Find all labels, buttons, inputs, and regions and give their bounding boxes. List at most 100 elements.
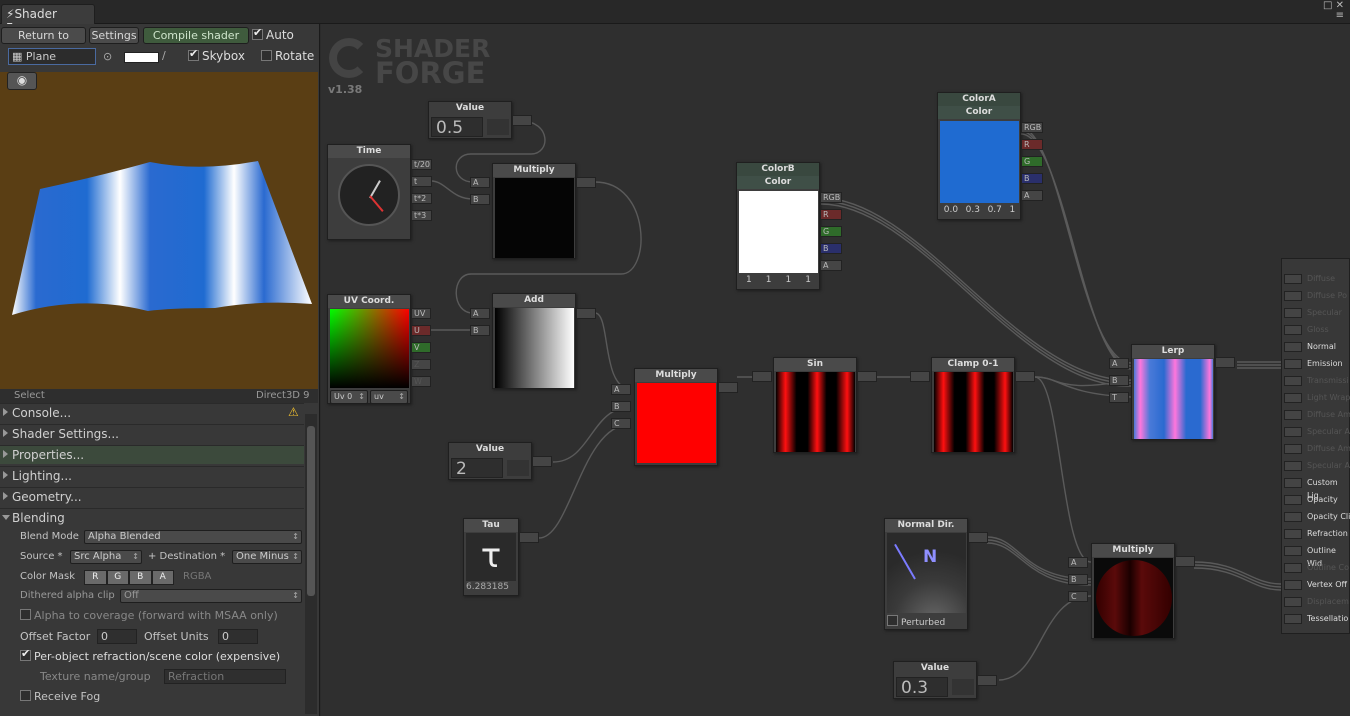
time-port-t[interactable]: t [411,176,432,187]
color-b-port-b[interactable]: B [820,243,842,254]
main-input-tessellation[interactable]: Tessellatio [1282,612,1350,627]
value-3-output[interactable] [977,675,997,686]
scrollbar[interactable] [305,414,317,714]
main-input-emission[interactable]: Emission [1282,357,1350,372]
panel-geometry[interactable]: Geometry... [0,487,304,506]
main-input-specular-ambient[interactable]: Specular A [1282,425,1350,440]
skybox-toggle[interactable]: Skybox [188,47,245,63]
panel-lighting[interactable]: Lighting... [0,466,304,485]
time-port-t2[interactable]: t*2 [411,193,432,204]
multiply-1-input-b[interactable]: B [470,194,490,205]
mask-g-button[interactable]: G [106,570,129,585]
window-menu-icon[interactable]: □ ✕ ≡ [1323,1,1344,21]
color-b-port-rgb[interactable]: RGB [820,192,842,203]
dither-dropdown[interactable]: Off [120,589,302,603]
input-pin[interactable] [1284,512,1302,522]
uv-port-v[interactable]: V [411,342,431,353]
add-node[interactable]: Add [492,293,576,389]
input-pin[interactable] [1284,308,1302,318]
input-pin[interactable] [1284,563,1302,573]
uv-port-z[interactable]: Z [411,359,431,370]
input-pin[interactable] [1284,444,1302,454]
offset-units-input[interactable]: 0 [218,629,258,644]
input-pin[interactable] [1284,291,1302,301]
sin-output[interactable] [857,371,877,382]
drag-handle-icon[interactable] [507,460,529,476]
color-b-node[interactable]: ColorB Color 1 1 1 1 [736,162,820,290]
uv-port-u[interactable]: U [411,325,431,336]
color-a-node[interactable]: ColorA Color 0.0 0.3 0.7 1 [937,92,1021,220]
auto-checkbox[interactable] [252,26,263,40]
uv-coord-node[interactable]: UV Coord. Uv 0 uv [327,294,411,404]
skybox-checkbox[interactable] [188,47,199,61]
value-input[interactable]: 0.5 [431,117,483,138]
input-pin[interactable] [1284,393,1302,403]
main-input-specular[interactable]: Specular [1282,306,1350,321]
input-pin[interactable] [1284,427,1302,437]
multiply-3-output[interactable] [1175,556,1195,567]
value-node-2[interactable]: Value 2 [448,442,532,480]
main-input-normal[interactable]: Normal [1282,340,1350,355]
main-input-displacement[interactable]: Displacem [1282,595,1350,610]
input-pin[interactable] [1284,461,1302,471]
panel-console[interactable]: Console... ⚠ [0,403,304,422]
main-input-light-wrap[interactable]: Light Wrap [1282,391,1350,406]
mask-a-button[interactable]: A [151,570,174,585]
perturbed-checkbox[interactable] [887,615,898,626]
input-pin[interactable] [1284,546,1302,556]
fog-checkbox[interactable] [20,690,31,701]
time-port-t3[interactable]: t*3 [411,210,432,221]
scrollbar-thumb[interactable] [307,426,315,596]
color-a-port-g[interactable]: G [1021,156,1043,167]
color-swatch[interactable] [124,52,159,63]
rotate-toggle[interactable]: Rotate [261,49,314,63]
color-b-values[interactable]: 1 1 1 1 [739,275,818,285]
color-a-port-b[interactable]: B [1021,173,1043,184]
main-input-vertex-offset[interactable]: Vertex Off [1282,578,1350,593]
lerp-input-b[interactable]: B [1109,375,1129,386]
lerp-input-a[interactable]: A [1109,358,1129,369]
input-pin[interactable] [1284,495,1302,505]
main-input-diffuse-ambient[interactable]: Diffuse Am [1282,408,1350,423]
uv-channel-dropdown[interactable]: Uv 0 [330,390,368,404]
perturbed-toggle[interactable]: Perturbed [887,615,945,628]
multiply-node-2[interactable]: Multiply [634,368,718,466]
normal-dir-output[interactable] [968,532,988,543]
uv-port-uv[interactable]: UV [411,308,431,319]
multiply-1-output[interactable] [576,177,596,188]
input-pin[interactable] [1284,597,1302,607]
input-pin[interactable] [1284,342,1302,352]
panel-properties[interactable]: Properties... [0,445,304,464]
multiply-3-input-c[interactable]: C [1068,591,1088,602]
uv-port-w[interactable]: W [411,376,431,387]
value-node-3[interactable]: Value 0.3 [893,661,977,699]
color-b-port-a[interactable]: A [820,260,842,271]
lerp-node[interactable]: Lerp [1131,344,1215,440]
panel-shader-settings[interactable]: Shader Settings... [0,424,304,443]
multiply-3-input-a[interactable]: A [1068,557,1088,568]
mesh-field[interactable]: ▦ Plane [8,48,96,65]
multiply-3-input-b[interactable]: B [1068,574,1088,585]
color-b-port-r[interactable]: R [820,209,842,220]
refraction-checkbox[interactable] [20,647,31,661]
add-input-b[interactable]: B [470,325,490,336]
node-canvas[interactable]: SHADER FORGE v1.38 Value 0.5 Time t/20 t… [321,24,1350,716]
window-tab[interactable]: ⚡Shader Forge [1,4,95,35]
value-2-output[interactable] [532,456,552,467]
color-a-port-a[interactable]: A [1021,190,1043,201]
input-pin[interactable] [1284,478,1302,488]
main-input-outline-color[interactable]: Outline Co [1282,561,1350,576]
tau-node[interactable]: Tau τ 6.283185 [463,518,519,596]
input-pin[interactable] [1284,410,1302,420]
main-input-refraction[interactable]: Refraction [1282,527,1350,542]
main-input-gloss[interactable]: Gloss [1282,323,1350,338]
source-dropdown[interactable]: Src Alpha [70,550,142,564]
eyedropper-icon[interactable]: ∕ [162,49,166,62]
main-input-opacity-clip[interactable]: Opacity Cli [1282,510,1350,525]
clamp-node[interactable]: Clamp 0-1 [931,357,1015,453]
a2c-checkbox[interactable] [20,609,31,620]
input-pin[interactable] [1284,580,1302,590]
sin-input[interactable] [752,371,772,382]
fog-toggle[interactable]: Receive Fog [20,690,100,703]
texture-name-input[interactable]: Refraction [164,669,286,684]
